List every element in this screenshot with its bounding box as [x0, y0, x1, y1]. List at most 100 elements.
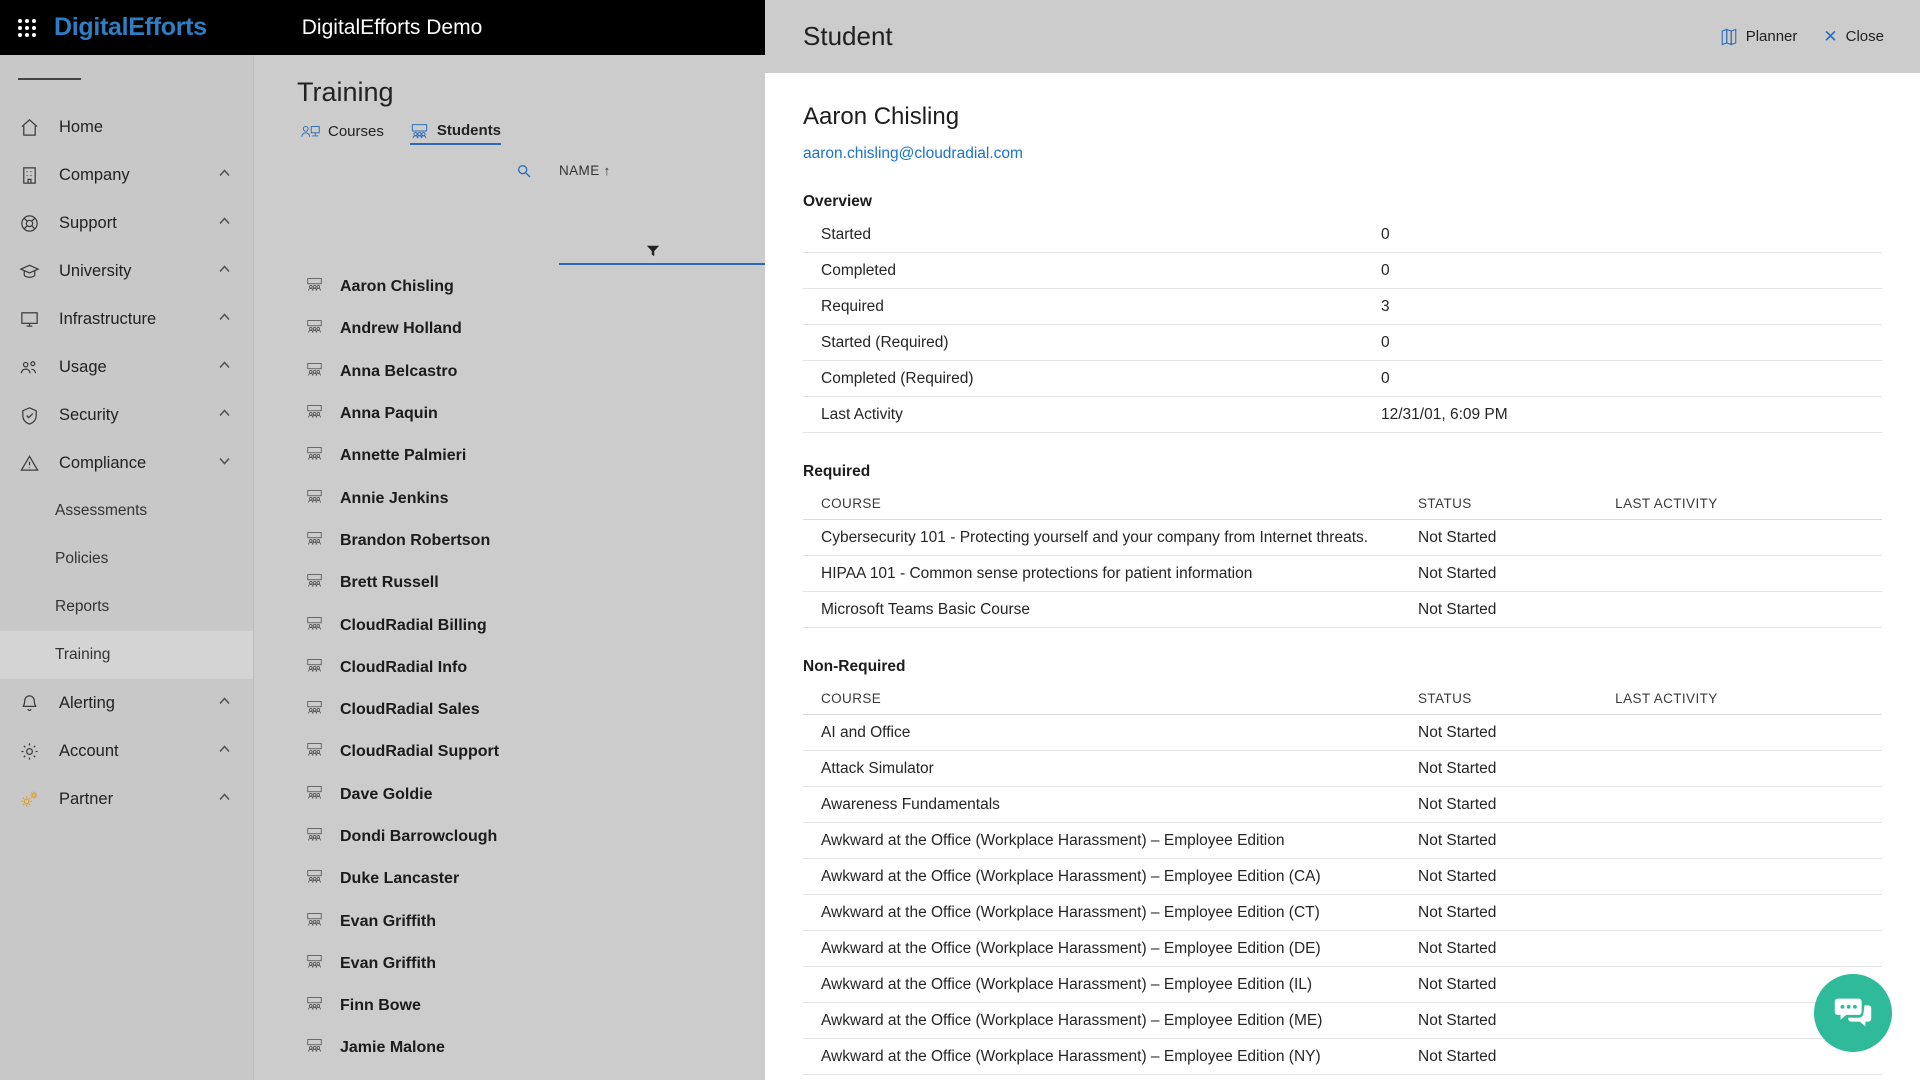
chevron-down-icon[interactable] — [218, 454, 231, 473]
course-row[interactable]: AI and OfficeNot Started — [803, 715, 1882, 751]
course-row[interactable]: Awkward at the Office (Workplace Harassm… — [803, 1039, 1882, 1075]
student-name-cell: Evan Griffith — [340, 955, 436, 973]
sidebar-item-university[interactable]: University — [0, 247, 253, 295]
course-name-cell: Awareness Fundamentals — [803, 787, 1400, 823]
sidebar-item-training[interactable]: Training — [0, 631, 253, 679]
course-row[interactable]: Awareness FundamentalsNot Started — [803, 787, 1882, 823]
sidebar-item-label: Compliance — [59, 454, 146, 473]
course-row[interactable]: Attack SimulatorNot Started — [803, 751, 1882, 787]
panel-actions: Planner ✕ Close — [1720, 28, 1884, 46]
table-row[interactable]: Finn Bowefinn.bowe@cloudradial.com — [254, 985, 765, 1027]
brand-logo[interactable]: DigitalEfforts — [54, 13, 207, 42]
sidebar-item-partner[interactable]: Partner — [0, 775, 253, 823]
course-row[interactable]: Awkward at the Office (Workplace Harassm… — [803, 1075, 1882, 1080]
course-row[interactable]: Awkward at the Office (Workplace Harassm… — [803, 1003, 1882, 1039]
sidebar-item-company[interactable]: Company — [0, 151, 253, 199]
menu-toggle-icon[interactable] — [0, 55, 253, 103]
column-header-name[interactable]: NAME↑ — [559, 163, 611, 178]
chevron-up-icon[interactable] — [218, 742, 231, 761]
search-filter-row — [254, 235, 765, 265]
course-status-cell: Not Started — [1400, 1039, 1597, 1075]
course-status-cell: Not Started — [1400, 895, 1597, 931]
sidebar-item-policies[interactable]: Policies — [0, 535, 253, 583]
course-row[interactable]: Awkward at the Office (Workplace Harassm… — [803, 967, 1882, 1003]
chevron-up-icon[interactable] — [218, 790, 231, 809]
overview-label: Started — [803, 217, 1363, 253]
name-search-input[interactable] — [559, 237, 765, 265]
table-row[interactable]: Evan Griffithevan@digitalefforts.com — [254, 900, 765, 942]
sidebar-item-account[interactable]: Account — [0, 727, 253, 775]
chevron-up-icon[interactable] — [218, 406, 231, 425]
brand-suffix: Efforts — [128, 13, 206, 41]
tab-students[interactable]: Students — [410, 122, 501, 145]
table-row[interactable]: Evan Griffithevan@cloudradial.com — [254, 943, 765, 985]
sidebar-item-assessments[interactable]: Assessments — [0, 487, 253, 535]
course-row[interactable]: Awkward at the Office (Workplace Harassm… — [803, 859, 1882, 895]
overview-value: 12/31/01, 6:09 PM — [1363, 397, 1882, 433]
course-row[interactable]: HIPAA 101 - Common sense protections for… — [803, 556, 1882, 592]
table-row[interactable]: Jamie Malonejamie@cloudradial.com — [254, 1027, 765, 1069]
course-row[interactable]: Awkward at the Office (Workplace Harassm… — [803, 931, 1882, 967]
sidebar-item-label: Assessments — [55, 502, 147, 520]
table-row[interactable]: Anna Belcastroanna.belcastro@cloudradial… — [254, 351, 765, 393]
app-grid-icon[interactable] — [0, 19, 54, 37]
table-row[interactable]: Aaron Chislingaaron.chisling@cloudradial… — [254, 266, 765, 308]
chat-widget-button[interactable] — [1814, 974, 1892, 1052]
table-row[interactable]: CloudRadial Supportsupport@cloudradial.c… — [254, 731, 765, 773]
table-row[interactable]: Duke Lancastercjcvers2@gmail.com — [254, 858, 765, 900]
table-row[interactable]: Anna Paquinanna.paquin@cloudradial.com — [254, 393, 765, 435]
overview-table: Started0Completed0Required3Started (Requ… — [803, 217, 1882, 433]
sidebar-item-alerting[interactable]: Alerting — [0, 679, 253, 727]
course-row[interactable]: Microsoft Teams Basic CourseNot Started — [803, 592, 1882, 628]
student-list-pane: Training Courses Students — [254, 55, 765, 1080]
non-required-col-status: STATUS — [1400, 682, 1597, 715]
sidebar-item-infrastructure[interactable]: Infrastructure — [0, 295, 253, 343]
course-row[interactable]: Awkward at the Office (Workplace Harassm… — [803, 895, 1882, 931]
sidebar-item-home[interactable]: Home — [0, 103, 253, 151]
table-row[interactable]: CloudRadial Billingbilling@cloudradial.c… — [254, 604, 765, 646]
table-row[interactable]: Brandon Robertsonbrandon.robertson@cloud… — [254, 520, 765, 562]
table-row[interactable]: CloudRadial Infoinfo@cloudradial.com — [254, 647, 765, 689]
course-row[interactable]: Awkward at the Office (Workplace Harassm… — [803, 823, 1882, 859]
chevron-up-icon[interactable] — [218, 694, 231, 713]
sidebar-item-label: Policies — [55, 550, 108, 568]
table-row[interactable]: Jared Woodwardjared@digitalefforts.com — [254, 1070, 765, 1080]
chevron-up-icon[interactable] — [218, 310, 231, 329]
students-icon — [305, 1038, 324, 1058]
search-icon[interactable] — [516, 163, 532, 184]
tab-courses[interactable]: Courses — [301, 123, 384, 144]
sidebar-item-reports[interactable]: Reports — [0, 583, 253, 631]
building-icon — [18, 164, 40, 186]
chevron-up-icon[interactable] — [218, 262, 231, 281]
table-row[interactable]: Dave Goldiedave.goldie@cloudradial.com — [254, 774, 765, 816]
planner-icon — [1720, 28, 1738, 46]
sidebar-item-label: Security — [59, 406, 119, 425]
table-row[interactable]: CloudRadial Salessales@cloudradial.com — [254, 689, 765, 731]
course-last-activity-cell — [1597, 520, 1882, 556]
sidebar-item-support[interactable]: Support — [0, 199, 253, 247]
sidebar-item-usage[interactable]: Usage — [0, 343, 253, 391]
sidebar-item-security[interactable]: Security — [0, 391, 253, 439]
students-icon — [305, 573, 324, 593]
sidebar-item-compliance[interactable]: Compliance — [0, 439, 253, 487]
student-name-cell: Anna Paquin — [340, 405, 438, 423]
chevron-up-icon[interactable] — [218, 214, 231, 233]
student-email-link[interactable]: aaron.chisling@cloudradial.com — [803, 145, 1023, 163]
planner-button[interactable]: Planner — [1720, 28, 1798, 46]
course-status-cell: Not Started — [1400, 859, 1597, 895]
table-row[interactable]: Brett Russellbrett.russell@cloudradial.c… — [254, 562, 765, 604]
chevron-up-icon[interactable] — [218, 358, 231, 377]
course-name-cell: HIPAA 101 - Common sense protections for… — [803, 556, 1400, 592]
students-icon — [305, 785, 324, 805]
table-row[interactable]: Annie Jenkinsannie.jenkins@cloudradial.c… — [254, 477, 765, 519]
table-row[interactable]: Andrew Hollandandrew.holland@cloudradial… — [254, 308, 765, 350]
course-row[interactable]: Cybersecurity 101 - Protecting yourself … — [803, 520, 1882, 556]
course-status-cell: Not Started — [1400, 520, 1597, 556]
close-button[interactable]: ✕ Close — [1823, 28, 1884, 45]
sidebar-item-label: Alerting — [59, 694, 115, 713]
table-row[interactable]: Annette Palmieriannette.palmieri@cloudra… — [254, 435, 765, 477]
overview-value: 0 — [1363, 361, 1882, 397]
filter-icon[interactable] — [646, 244, 660, 263]
chevron-up-icon[interactable] — [218, 166, 231, 185]
table-row[interactable]: Dondi Barrowcloughdondi@cloudradial.com — [254, 816, 765, 858]
